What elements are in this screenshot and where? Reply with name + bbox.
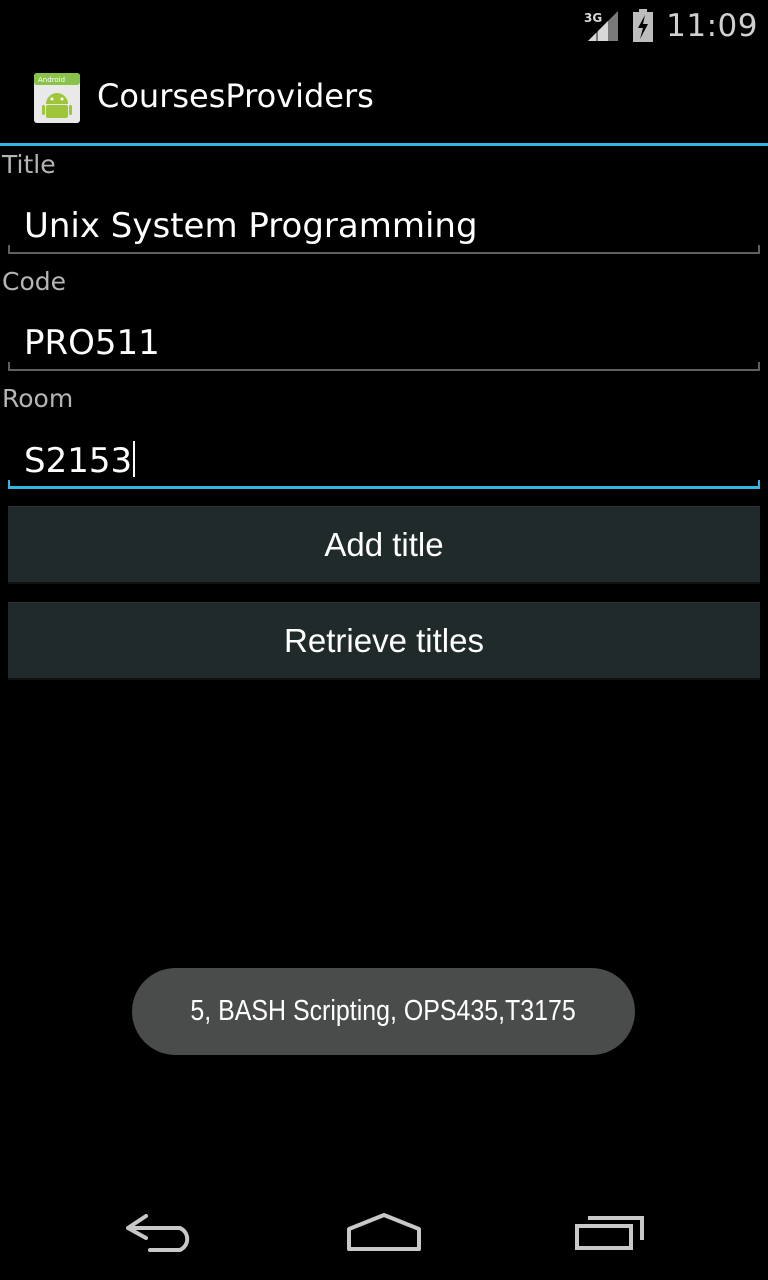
android-icon[interactable]: Android [33, 72, 81, 124]
room-input[interactable]: S2153 [8, 437, 760, 489]
code-label: Code [2, 267, 67, 296]
title-input-underline [8, 252, 760, 254]
title-input-value: Unix System Programming [24, 206, 478, 246]
code-input-tick-left [8, 362, 10, 371]
code-input-tick-right [758, 362, 760, 371]
toast-text: 5, BASH Scripting, OPS435,T3175 [190, 995, 577, 1027]
back-icon [126, 1214, 190, 1252]
signal-icon: 3G [584, 11, 619, 41]
action-bar: Android CoursesProviders [0, 50, 768, 146]
add-title-button[interactable]: Add title [8, 506, 760, 584]
title-input-tick-left [8, 245, 10, 254]
code-input-value: PRO511 [24, 323, 160, 363]
battery-charging-icon [633, 9, 654, 42]
room-input-tick-left [8, 480, 10, 489]
room-label: Room [2, 384, 74, 413]
room-input-value-wrap: S2153 [24, 441, 136, 481]
room-input-underline [8, 486, 760, 489]
title-label: Title [2, 150, 56, 179]
status-bar: 3G 11:09 [0, 0, 768, 50]
code-input[interactable]: PRO511 [8, 319, 760, 371]
title-input[interactable]: Unix System Programming [8, 202, 760, 254]
title-input-tick-right [758, 245, 760, 254]
home-button[interactable] [334, 1204, 434, 1260]
room-input-tick-right [758, 480, 760, 489]
status-icons: 3G 11:09 [584, 6, 758, 46]
back-button[interactable] [110, 1204, 210, 1260]
code-input-underline [8, 369, 760, 371]
home-icon [347, 1213, 421, 1251]
toast-message: 5, BASH Scripting, OPS435,T3175 [132, 968, 635, 1055]
room-input-value: S2153 [24, 441, 133, 481]
network-type: 3G [584, 11, 602, 25]
recent-apps-button[interactable] [560, 1204, 660, 1260]
app-icon-caption: Android [38, 76, 65, 84]
clock: 11:09 [666, 8, 758, 44]
text-cursor [133, 441, 136, 477]
navigation-bar [0, 1180, 768, 1280]
recent-apps-icon [575, 1216, 644, 1250]
retrieve-titles-button[interactable]: Retrieve titles [8, 602, 760, 680]
app-title: CoursesProviders [97, 77, 374, 115]
